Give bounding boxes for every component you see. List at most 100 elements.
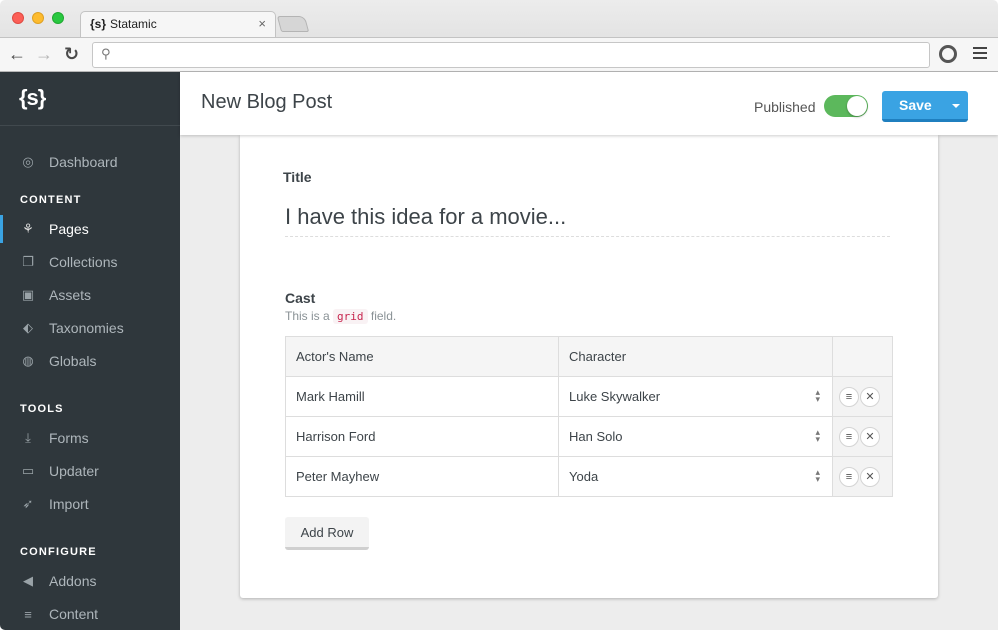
row-actions: ≡ ✕ <box>832 456 893 497</box>
actor-name-cell[interactable]: Peter Mayhew <box>285 456 559 497</box>
drag-handle-icon[interactable]: ≡ <box>839 426 859 447</box>
section-title-content: CONTENT <box>20 194 82 206</box>
tag-icon: ⬖ <box>23 320 33 335</box>
compass-icon: ◎ <box>22 154 34 169</box>
globe-icon: ◍ <box>22 353 34 368</box>
delete-row-icon[interactable]: ✕ <box>860 386 880 407</box>
browser-chrome: {s} Statamic × ← → ↻ ⚲ <box>0 0 998 72</box>
progress-icon: ▭ <box>21 463 35 478</box>
sidebar-item-label: Forms <box>49 430 89 446</box>
grid-header-row: Actor's Name Character <box>285 336 893 377</box>
reload-icon[interactable]: ↻ <box>64 44 79 64</box>
select-arrows-icon: ▴ ▾ <box>815 427 820 444</box>
main-content: Title Cast This is a grid field. Actor's… <box>180 135 998 630</box>
character-value: Luke Skywalker <box>569 389 661 404</box>
row-actions: ≡ ✕ <box>832 416 893 457</box>
add-row-button[interactable]: Add Row <box>285 517 369 550</box>
sidebar: {s} ◎ Dashboard CONTENT ⚘ Pages ❐ Collec… <box>0 72 180 630</box>
save-dropdown-caret-icon[interactable] <box>952 104 960 108</box>
cast-grid: Actor's Name Character Mark Hamill Luke … <box>285 336 893 497</box>
sidebar-item-label: Globals <box>49 353 97 369</box>
character-select[interactable]: Luke Skywalker ▴ ▾ <box>558 376 833 417</box>
column-header-actions <box>832 336 893 377</box>
sidebar-item-label: Import <box>49 496 89 512</box>
cast-field-label: Cast <box>285 290 316 306</box>
list-icon: ≡ <box>24 606 32 622</box>
new-tab-button[interactable] <box>276 16 310 32</box>
column-header-character: Character <box>558 336 833 377</box>
collections-icon: ❐ <box>22 254 34 269</box>
sidebar-item-forms[interactable]: ⤓ Forms <box>0 424 180 452</box>
sidebar-item-label: Updater <box>49 463 99 479</box>
published-toggle[interactable] <box>824 95 868 117</box>
forward-arrow-icon[interactable]: → <box>35 44 53 64</box>
sidebar-item-label: Addons <box>49 573 97 589</box>
table-row: Harrison Ford Han Solo ▴ ▾ ≡ ✕ <box>285 416 893 457</box>
help-code: grid <box>333 309 368 324</box>
publish-form-card: Title Cast This is a grid field. Actor's… <box>240 135 938 598</box>
drag-handle-icon[interactable]: ≡ <box>839 386 859 407</box>
save-label: Save <box>899 97 932 113</box>
download-icon: ⤓ <box>25 430 31 445</box>
statamic-logo[interactable]: {s} <box>19 85 46 111</box>
cast-field-help: This is a grid field. <box>285 309 397 324</box>
page-title: New Blog Post <box>201 91 333 113</box>
close-window-button[interactable] <box>12 12 24 24</box>
hamburger-menu-icon[interactable] <box>973 47 987 62</box>
sidebar-item-addons[interactable]: ◀ Addons <box>0 567 180 595</box>
column-header-actor: Actor's Name <box>285 336 559 377</box>
sidebar-item-assets[interactable]: ▣ Assets <box>0 281 180 309</box>
favicon-icon: {s} <box>90 17 107 31</box>
table-row: Peter Mayhew Yoda ▴ ▾ ≡ ✕ <box>285 456 893 497</box>
image-icon: ▣ <box>21 287 35 302</box>
title-field-label: Title <box>283 169 312 185</box>
page-header: New Blog Post Published Save <box>180 72 998 135</box>
plug-icon: ◀ <box>23 573 33 588</box>
browser-tab-content[interactable]: {s} Statamic × <box>86 11 270 37</box>
search-icon: ⚲ <box>101 46 111 61</box>
help-prefix: This is a <box>285 309 330 323</box>
character-select[interactable]: Han Solo ▴ ▾ <box>558 416 833 457</box>
sidebar-item-globals[interactable]: ◍ Globals <box>0 347 180 375</box>
actor-name-cell[interactable]: Harrison Ford <box>285 416 559 457</box>
back-arrow-icon[interactable]: ← <box>8 44 26 64</box>
rocket-icon: ➶ <box>22 496 34 511</box>
actor-name-cell[interactable]: Mark Hamill <box>285 376 559 417</box>
drag-handle-icon[interactable]: ≡ <box>839 466 859 487</box>
sidebar-item-label: Content <box>49 606 99 622</box>
sidebar-item-dashboard[interactable]: ◎ Dashboard <box>0 148 180 176</box>
sidebar-item-pages[interactable]: ⚘ Pages <box>0 215 180 243</box>
sidebar-item-collections[interactable]: ❐ Collections <box>0 248 180 276</box>
character-value: Yoda <box>569 469 599 484</box>
sidebar-item-label: Collections <box>49 254 118 270</box>
character-select[interactable]: Yoda ▴ ▾ <box>558 456 833 497</box>
save-button[interactable]: Save <box>882 91 968 122</box>
sidebar-item-content[interactable]: ≡ Content <box>0 600 180 628</box>
sidebar-item-label: Assets <box>49 287 92 303</box>
select-arrows-icon: ▴ ▾ <box>815 387 820 404</box>
delete-row-icon[interactable]: ✕ <box>860 466 880 487</box>
published-label: Published <box>754 99 816 115</box>
section-title-tools: TOOLS <box>20 403 64 415</box>
divider <box>0 125 180 126</box>
sidebar-item-label: Taxonomies <box>49 320 124 336</box>
sidebar-item-label: Pages <box>49 221 89 237</box>
section-title-configure: CONFIGURE <box>20 546 97 558</box>
delete-row-icon[interactable]: ✕ <box>860 426 880 447</box>
sidebar-item-import[interactable]: ➶ Import <box>0 490 180 518</box>
sidebar-item-taxonomies[interactable]: ⬖ Taxonomies <box>0 314 180 342</box>
minimize-window-button[interactable] <box>32 12 44 24</box>
maximize-window-button[interactable] <box>52 12 64 24</box>
character-value: Han Solo <box>569 429 623 444</box>
sidebar-item-updater[interactable]: ▭ Updater <box>0 457 180 485</box>
sitemap-icon: ⚘ <box>22 221 34 236</box>
extension-icon[interactable] <box>939 45 957 63</box>
help-suffix: field. <box>370 309 397 323</box>
sidebar-item-label: Dashboard <box>49 154 118 170</box>
tab-title: Statamic <box>110 17 157 31</box>
table-row: Mark Hamill Luke Skywalker ▴ ▾ ≡ ✕ <box>285 376 893 417</box>
title-input[interactable] <box>285 197 890 237</box>
tab-close-icon[interactable]: × <box>258 16 266 31</box>
row-actions: ≡ ✕ <box>832 376 893 417</box>
address-bar[interactable]: ⚲ <box>92 42 930 68</box>
